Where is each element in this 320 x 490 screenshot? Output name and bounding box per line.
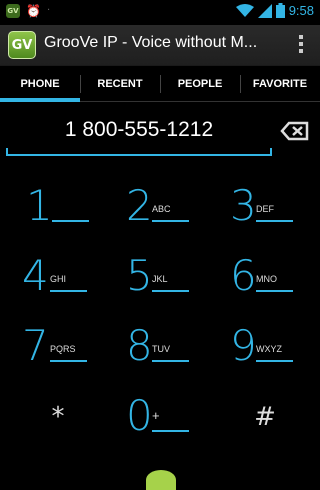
status-bar: GV ⏰ · 9:58 [0, 0, 320, 25]
key-star[interactable]: * [8, 380, 108, 450]
key-letters: + [152, 408, 160, 423]
action-bar: GV GrooVe IP - Voice without M... [0, 25, 320, 65]
key-underline [52, 220, 89, 222]
alarm-icon: ⏰ [26, 4, 41, 18]
key-9[interactable]: 9 WXYZ [230, 310, 320, 380]
key-letters: MNO [256, 274, 277, 284]
key-letters: JKL [152, 274, 168, 284]
tab-label: PHONE [20, 78, 60, 90]
number-input[interactable]: 1 800-555-1212 [6, 110, 272, 156]
battery-icon [275, 3, 285, 18]
key-underline [256, 220, 293, 222]
key-underline [152, 220, 189, 222]
key-4[interactable]: 4 GHI [22, 240, 122, 310]
star-symbol: * [51, 402, 65, 432]
gv-notification-icon: GV [6, 4, 20, 18]
key-digit: 7 [22, 321, 49, 370]
key-7[interactable]: 7 PQRS [22, 310, 122, 380]
key-3[interactable]: 3 DEF [230, 170, 320, 240]
key-digit: 5 [126, 251, 153, 300]
key-2[interactable]: 2 ABC [126, 170, 226, 240]
key-digit: 3 [230, 181, 257, 230]
key-underline [50, 360, 87, 362]
key-pound[interactable]: # [215, 380, 315, 450]
key-digit: 6 [230, 251, 257, 300]
key-letters: ABC [152, 204, 171, 214]
tab-label: FAVORITE [252, 78, 308, 90]
overflow-menu-icon[interactable] [298, 33, 304, 57]
key-8[interactable]: 8 TUV [126, 310, 226, 380]
tab-bar: PHONE RECENT PEOPLE FAVORITE [0, 65, 320, 102]
key-0[interactable]: 0 + [126, 380, 226, 450]
app-icon[interactable]: GV [8, 31, 36, 59]
tab-label: PEOPLE [177, 78, 223, 90]
key-6[interactable]: 6 MNO [230, 240, 320, 310]
key-underline [152, 430, 189, 432]
backspace-icon[interactable] [280, 120, 310, 142]
tab-label: RECENT [97, 78, 143, 90]
key-underline [152, 290, 189, 292]
key-letters: TUV [152, 344, 170, 354]
key-digit: 9 [230, 321, 257, 370]
key-letters: DEF [256, 204, 274, 214]
key-digit: 4 [22, 251, 49, 300]
status-time: 9:58 [288, 3, 314, 18]
key-letters: GHI [50, 274, 67, 284]
dialed-number: 1 800-555-1212 [64, 118, 214, 141]
key-underline [50, 290, 87, 292]
app-title: GrooVe IP - Voice without M... [44, 34, 258, 51]
key-digit: 1 [26, 181, 53, 230]
key-1[interactable]: 1 [26, 170, 126, 240]
tab-favorite[interactable]: FAVORITE [240, 66, 320, 102]
key-underline [152, 360, 189, 362]
signal-icon [257, 3, 272, 18]
key-underline [256, 360, 293, 362]
key-digit: 2 [126, 181, 153, 230]
tab-phone[interactable]: PHONE [0, 66, 80, 102]
call-button-edge[interactable] [146, 470, 176, 490]
tab-recent[interactable]: RECENT [80, 66, 160, 102]
key-underline [256, 290, 293, 292]
key-digit: 0 [126, 391, 153, 440]
key-letters: WXYZ [256, 344, 282, 354]
notification-dot-icon: · [46, 5, 51, 16]
key-digit: 8 [126, 321, 153, 370]
tab-people[interactable]: PEOPLE [160, 66, 240, 102]
wifi-icon [235, 3, 254, 17]
key-letters: PQRS [50, 344, 76, 354]
pound-symbol: # [254, 402, 276, 432]
key-5[interactable]: 5 JKL [126, 240, 226, 310]
